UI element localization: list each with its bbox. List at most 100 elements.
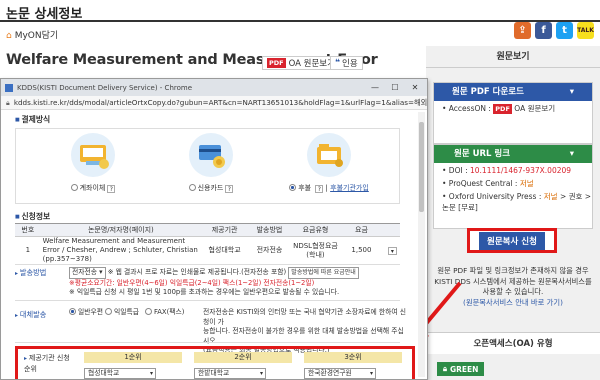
pdf-download-title: 원문 PDF 다운로드 — [452, 87, 524, 97]
postpay-join-link[interactable]: 후불기관가입 — [330, 184, 369, 192]
proquest-link[interactable]: 저널 — [520, 179, 534, 188]
provider-rank-label: ▸ 제공기관 신청순위 — [24, 354, 70, 373]
rank-3-select[interactable]: 한국환경연구원 — [304, 368, 376, 379]
payment-options-box: 계좌이체? 신용카드? 후불 ? | 후불기관가입 — [15, 128, 400, 204]
row-fee-type: NDSL협정요금(학내) — [290, 236, 341, 265]
radio-postpay[interactable] — [289, 184, 297, 191]
twitter-icon[interactable]: t — [556, 22, 573, 39]
col-method: 발송방법 — [248, 223, 291, 237]
row-expand-icon[interactable]: ▾ — [382, 236, 400, 265]
col-provider: 제공기관 — [201, 223, 249, 237]
breadcrumb[interactable]: ⌂ MyON담기 — [6, 28, 58, 41]
proquest-label: • ProQuest Central : — [442, 179, 520, 188]
request-table: 번호 논문명/저자명(페이지) 제공기관 발송방법 요금유형 요금 1 Welf… — [15, 223, 400, 265]
quote-icon: ❝ — [335, 58, 340, 68]
request-section-title: 신청정보 — [15, 211, 50, 222]
postpay-label: 후불 — [298, 184, 312, 192]
divider — [15, 300, 400, 301]
alt-fax-option: FAX(팩스) — [145, 308, 195, 318]
accesson-line[interactable]: • AccessON : PDF OA 원문보기 — [434, 101, 592, 115]
oxford-line: • Oxford University Press : 저널 > 권호 > 논문… — [434, 189, 592, 213]
rank-2-select[interactable]: 한밭대학교 — [194, 368, 266, 379]
minimize-icon[interactable]: — — [365, 79, 385, 96]
payment-option-postpay[interactable]: 후불 ? | 후불기관가입 — [284, 133, 374, 193]
green-label: GREEN — [450, 364, 479, 374]
oa-view-label: OA 원문보기 — [288, 59, 335, 69]
payment-option-card[interactable]: 신용카드? — [166, 133, 256, 193]
myon-link[interactable]: MyON담기 — [15, 31, 58, 41]
row-title: Welfare Measurement and Measurement Erro… — [40, 236, 202, 265]
radio-regular-mail[interactable] — [69, 308, 76, 315]
delivery-method-value: 전자전송 — [72, 268, 98, 276]
delivery-method-select[interactable]: 전자전송 ▾ — [69, 267, 106, 279]
col-title: 논문명/저자명(페이지) — [40, 223, 202, 237]
radio-fax[interactable] — [145, 308, 152, 315]
col-fee-type: 요금유형 — [290, 223, 341, 237]
original-copy-request-button[interactable]: 원문복사 신청 — [467, 228, 557, 253]
pdf-download-panel: 원문 PDF 다운로드 ▾ • AccessON : PDF OA 원문보기 — [433, 82, 593, 144]
radio-express[interactable] — [105, 308, 112, 315]
provider-rank-text: 제공기관 신청순위 — [24, 354, 70, 373]
window-title: KDDS(KISTI Document Delivery Service) - … — [17, 83, 193, 92]
lock-icon: 🔒︎ — [6, 97, 10, 107]
help-icon[interactable]: ? — [315, 185, 324, 193]
accesson-oa-link[interactable]: OA 원문보기 — [514, 104, 555, 113]
oxford-label: • Oxford University Press : — [442, 192, 544, 201]
delivery-fee-guide-button[interactable]: 발송방법에 따른 요금안내 — [288, 267, 359, 279]
transfer-label: 계좌이체 — [79, 184, 106, 192]
url-link-bar[interactable]: 원문 URL 링크 ▾ — [434, 145, 592, 163]
row-no: 1 — [15, 236, 41, 265]
popup-content: 결제방식 계좌이체? 신용카드? 후불 ? | 후불기관가입 — [7, 110, 415, 379]
help-icon[interactable]: ? — [107, 185, 116, 193]
divider — [15, 342, 400, 343]
oa-view-button[interactable]: PDF OA 원문보기 — [262, 56, 340, 70]
original-copy-label: 원문복사 신청 — [479, 231, 545, 250]
alt-express-option: 익일특급 — [105, 308, 145, 318]
postpay-folder-icon — [307, 133, 351, 177]
doi-line: • DOI : 10.1111/1467-937X.00209 — [434, 163, 592, 176]
share-icon[interactable]: ⇪ — [514, 22, 531, 39]
facebook-icon[interactable]: f — [535, 22, 552, 39]
col-no: 번호 — [15, 223, 41, 237]
payment-section-title: 결제방식 — [15, 114, 50, 125]
chevron-down-icon: ▾ — [569, 149, 574, 159]
url-link-title: 원문 URL 링크 — [454, 149, 511, 159]
home-icon: ⌂ — [6, 31, 12, 41]
express-label: 익일특급 — [114, 308, 140, 316]
row-method: 전자전송 — [248, 236, 291, 265]
doi-link[interactable]: 10.1111/1467-937X.00209 — [470, 166, 571, 175]
kdds-favicon — [5, 83, 13, 92]
credit-card-icon — [189, 133, 233, 177]
delivery-note-2: ※평균소요기간: 일반우편(4~6일) 익일특급(2~4일) 팩스(1~2일) … — [69, 278, 315, 287]
kakaotalk-icon[interactable]: TALK — [577, 22, 594, 39]
oxford-link[interactable]: 저널 — [544, 192, 558, 201]
help-icon[interactable]: ? — [225, 185, 234, 193]
proquest-line: • ProQuest Central : 저널 — [434, 176, 592, 189]
address-url: kdds.kisti.re.kr/dds/modal/articleOrtxCo… — [13, 97, 427, 107]
rank-1-select[interactable]: 협성대학교 — [84, 368, 156, 379]
close-icon[interactable]: ✕ — [405, 79, 425, 96]
green-oa-badge: 🔒︎ GREEN — [437, 362, 485, 376]
row-provider: 협성대학교 — [201, 236, 249, 265]
pdf-icon: PDF — [267, 58, 286, 68]
chevron-down-icon: ▾ — [569, 87, 574, 97]
maximize-icon[interactable]: ☐ — [385, 79, 405, 96]
lock-icon: 🔒︎ — [443, 364, 447, 373]
fax-label: FAX(팩스) — [154, 308, 185, 316]
window-titlebar[interactable]: KDDS(KISTI Document Delivery Service) - … — [1, 79, 427, 96]
delivery-note-3: ※ 익일특급 신청 시 평일 1번 및 100p를 초과하는 경우에는 일반우편… — [69, 288, 340, 296]
delivery-note-1: ※ 웹 결과시 프로 자료는 인쇄물로 제공됩니다.(전자전송 포함) — [107, 268, 287, 276]
popup-scrollbar[interactable] — [418, 112, 425, 377]
table-row: 1 Welfare Measurement and Measurement Er… — [15, 236, 400, 265]
col-fee: 요금 — [340, 223, 383, 237]
pdf-download-bar[interactable]: 원문 PDF 다운로드 ▾ — [434, 83, 592, 101]
share-icons: ⇪ f t TALK — [514, 22, 594, 39]
cite-button[interactable]: ❝ 인용 — [330, 56, 363, 70]
alt-delivery-label: 대체발송 — [15, 310, 46, 320]
regular-mail-label: 일반우편 — [78, 308, 104, 316]
payment-option-transfer[interactable]: 계좌이체? — [48, 133, 138, 193]
radio-transfer[interactable] — [70, 184, 78, 191]
radio-card[interactable] — [188, 184, 196, 191]
sidebar-header: 원문보기 — [426, 46, 600, 68]
address-bar[interactable]: 🔒︎ kdds.kisti.re.kr/dds/modal/articleOrt… — [1, 96, 427, 110]
